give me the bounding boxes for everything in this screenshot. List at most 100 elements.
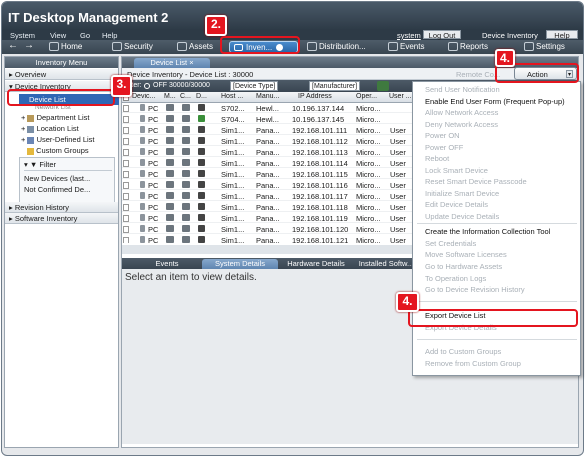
sidebar-item-location-list[interactable]: + Location List bbox=[21, 124, 79, 135]
row-checkbox[interactable] bbox=[123, 182, 129, 189]
device-type-dropdown[interactable]: [Device Type] bbox=[230, 81, 279, 91]
device-status-icon bbox=[198, 170, 205, 177]
assets-button[interactable]: Assets bbox=[177, 42, 214, 52]
settings-button[interactable]: Settings bbox=[524, 42, 565, 52]
manufacturer-cell: Hewl... bbox=[256, 115, 279, 124]
reports-icon bbox=[448, 42, 458, 52]
row-checkbox[interactable] bbox=[123, 215, 129, 222]
row-checkbox[interactable] bbox=[123, 149, 129, 156]
menu-item-to-operation-logs[interactable]: To Operation Logs bbox=[425, 274, 486, 283]
menu-item-power-on[interactable]: Power ON bbox=[425, 131, 460, 140]
row-checkbox[interactable] bbox=[123, 160, 129, 167]
software-inventory-item[interactable]: ▸ Software Inventory bbox=[5, 213, 118, 224]
menu-item-move-software-licenses[interactable]: Move Software Licenses bbox=[425, 250, 507, 259]
user-cell: User bbox=[390, 159, 406, 168]
menu-item-reboot[interactable]: Reboot bbox=[425, 154, 449, 163]
device-status-icon bbox=[198, 192, 205, 199]
col-manufacturer[interactable]: Manu... bbox=[256, 93, 286, 100]
events-button[interactable]: Events bbox=[388, 42, 424, 52]
menu-item-create-the-information-collection-tool[interactable]: Create the Information Collection Tool bbox=[425, 227, 550, 236]
os-cell: Micro... bbox=[356, 192, 381, 201]
row-checkbox[interactable] bbox=[123, 237, 129, 243]
revision-history-item[interactable]: ▸ Revision History bbox=[5, 202, 118, 213]
filter-label: Filter bbox=[39, 160, 57, 169]
assets-label: Assets bbox=[189, 42, 214, 51]
row-checkbox[interactable] bbox=[123, 105, 129, 112]
menu-item-reset-smart-device-passcode[interactable]: Reset Smart Device Passcode bbox=[425, 177, 527, 186]
highlight-device-list bbox=[7, 89, 115, 106]
help-button[interactable]: Help bbox=[546, 30, 578, 40]
ip-cell: 192.168.101.115 bbox=[292, 170, 348, 179]
tab-device-list[interactable]: Device List × bbox=[134, 58, 210, 68]
menu-item-initialize-smart-device[interactable]: Initialize Smart Device bbox=[425, 189, 499, 198]
menu-item-go-to-device-revision-history[interactable]: Go to Device Revision History bbox=[425, 285, 525, 294]
menu-item-lock-smart-device[interactable]: Lock Smart Device bbox=[425, 166, 488, 175]
row-checkbox[interactable] bbox=[123, 193, 129, 200]
close-icon[interactable]: × bbox=[189, 58, 193, 67]
distribution-button[interactable]: Distribution... bbox=[307, 42, 366, 52]
tab-events[interactable]: Events bbox=[132, 259, 202, 269]
tab-hardware-details[interactable]: Hardware Details bbox=[280, 259, 352, 269]
filter-new-devices[interactable]: New Devices (last... bbox=[24, 174, 90, 183]
security-label: Security bbox=[124, 42, 153, 51]
col-c[interactable]: C... bbox=[180, 93, 194, 100]
forward-arrow-icon[interactable]: → bbox=[24, 40, 34, 51]
ip-cell: 10.196.137.144 bbox=[292, 104, 345, 113]
menu-help[interactable]: Help bbox=[102, 31, 117, 40]
tab-system-details[interactable]: System Details bbox=[202, 259, 278, 269]
tab-installed-software[interactable]: Installed Softw... bbox=[354, 259, 418, 269]
col-ip-address[interactable]: IP Address bbox=[298, 93, 348, 100]
row-checkbox[interactable] bbox=[123, 171, 129, 178]
menu-item-send-user-notification[interactable]: Send User Notification bbox=[425, 85, 500, 94]
menu-item-update-device-details[interactable]: Update Device Details bbox=[425, 212, 499, 221]
menu-item-allow-network-access[interactable]: Allow Network Access bbox=[425, 108, 498, 117]
back-arrow-icon[interactable]: ← bbox=[8, 40, 18, 51]
logout-button[interactable]: Log Out bbox=[423, 30, 461, 40]
device-status-icon bbox=[198, 214, 205, 221]
filter-toggle-icon[interactable] bbox=[144, 83, 150, 89]
reports-button[interactable]: Reports bbox=[448, 42, 488, 52]
remote-control-button[interactable]: Remote Co... bbox=[456, 70, 500, 79]
os-cell: Micro... bbox=[356, 126, 381, 135]
security-button[interactable]: Security bbox=[112, 42, 153, 52]
row-checkbox[interactable] bbox=[123, 226, 129, 233]
col-host[interactable]: Host ... bbox=[221, 93, 251, 100]
row-checkbox[interactable] bbox=[123, 127, 129, 134]
menu-go[interactable]: Go bbox=[80, 31, 90, 40]
computer-icon bbox=[182, 104, 190, 111]
menu-item-go-to-hardware-assets[interactable]: Go to Hardware Assets bbox=[425, 262, 502, 271]
col-os[interactable]: Oper... bbox=[356, 93, 384, 100]
row-checkbox[interactable] bbox=[123, 116, 129, 123]
home-button[interactable]: Home bbox=[49, 42, 82, 52]
col-m[interactable]: M... bbox=[164, 93, 178, 100]
overview-item[interactable]: ▸ Overview bbox=[5, 69, 118, 80]
manufacturer-cell: Pana... bbox=[256, 225, 280, 234]
menu-item-deny-network-access[interactable]: Deny Network Access bbox=[425, 120, 498, 129]
sidebar-item-user-defined-list[interactable]: + User-Defined List bbox=[21, 135, 95, 146]
filter-not-confirmed[interactable]: Not Confirmed De... bbox=[24, 185, 90, 194]
menu-system[interactable]: System bbox=[10, 31, 35, 40]
filter-box: ▾ ▼ Filter New Devices (last... Not Conf… bbox=[19, 157, 115, 204]
expand-plus-icon[interactable]: + bbox=[21, 113, 25, 122]
menu-item-remove-from-custom-group[interactable]: Remove from Custom Group bbox=[425, 359, 521, 368]
user-defined-list-label: User-Defined List bbox=[36, 135, 95, 144]
menu-item-edit-device-details[interactable]: Edit Device Details bbox=[425, 200, 488, 209]
menu-item-power-off[interactable]: Power OFF bbox=[425, 143, 463, 152]
menu-item-add-to-custom-groups[interactable]: Add to Custom Groups bbox=[425, 347, 501, 356]
device-status-icon bbox=[198, 104, 205, 111]
apply-filter-icon[interactable] bbox=[377, 81, 389, 91]
col-device-type[interactable]: Devic... bbox=[132, 93, 160, 100]
manufacturer-dropdown[interactable]: [Manufacturer] bbox=[309, 81, 361, 91]
sidebar-item-custom-groups[interactable]: Custom Groups bbox=[27, 146, 89, 157]
filter-header[interactable]: ▾ ▼ Filter bbox=[24, 160, 56, 169]
expand-plus-icon[interactable]: + bbox=[21, 135, 25, 144]
menu-item-enable-end-user-form-frequent-pop-up[interactable]: Enable End User Form (Frequent Pop-up) bbox=[425, 97, 565, 106]
col-d[interactable]: D... bbox=[196, 93, 210, 100]
menu-item-set-credentials[interactable]: Set Credentials bbox=[425, 239, 476, 248]
row-checkbox[interactable] bbox=[123, 204, 129, 211]
expand-plus-icon[interactable]: + bbox=[21, 124, 25, 133]
row-checkbox[interactable] bbox=[123, 138, 129, 145]
menu-view[interactable]: View bbox=[50, 31, 66, 40]
device-type-cell: PC bbox=[148, 192, 159, 201]
sidebar-item-department-list[interactable]: + Department List bbox=[21, 113, 90, 124]
